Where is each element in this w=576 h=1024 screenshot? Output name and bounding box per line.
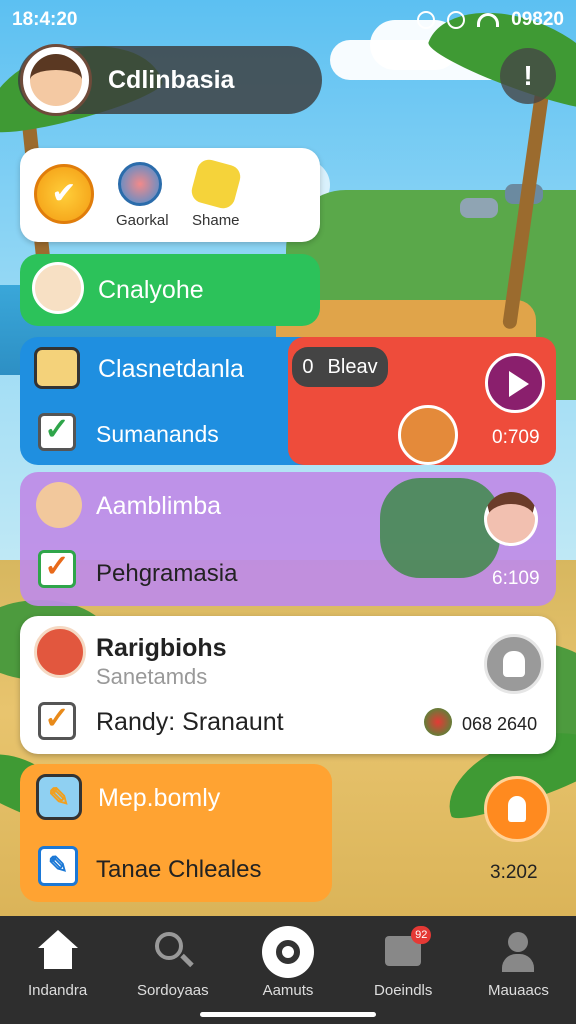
ice-cream-icon: ✎ bbox=[36, 774, 82, 820]
duration-label: 0:709 bbox=[492, 427, 540, 448]
card-subtitle: Sanetamds bbox=[96, 664, 208, 689]
phone-number: 068 2640 bbox=[462, 714, 538, 734]
status-right-text: 09820 bbox=[511, 9, 564, 30]
card-title: Clasnetdanla bbox=[98, 355, 244, 383]
home-icon bbox=[36, 930, 80, 974]
card-subtitle: Pehgramasia bbox=[96, 560, 238, 587]
purple-list-card[interactable]: Aamblimba ✓ Pehgramasia 6:109 bbox=[20, 472, 556, 606]
message-line: Randy: Sranaunt bbox=[96, 708, 284, 736]
avatar-face bbox=[30, 54, 82, 106]
quick-action-label: Shame bbox=[192, 212, 240, 229]
status-time: 18:4:20 bbox=[12, 9, 78, 30]
quick-action-label: Gaorkal bbox=[116, 212, 169, 229]
horse-silhouette bbox=[380, 478, 500, 578]
home-indicator[interactable] bbox=[200, 1012, 376, 1017]
card-subtitle: Sumanands bbox=[96, 421, 219, 447]
fox-avatar-icon bbox=[34, 626, 86, 678]
nav-home[interactable]: Indandra bbox=[0, 916, 115, 1024]
chef-hat-icon bbox=[503, 651, 525, 677]
card-title: Aamblimba bbox=[96, 492, 222, 520]
card-title: Rarigbiohs bbox=[96, 634, 227, 662]
compass-icon bbox=[262, 926, 314, 978]
alert-icon: ! bbox=[523, 60, 533, 91]
dog-character-icon bbox=[398, 405, 458, 465]
star-icon[interactable] bbox=[189, 157, 243, 211]
check-badge-icon[interactable]: ✔ bbox=[34, 164, 94, 224]
orange-action-button[interactable] bbox=[484, 776, 550, 842]
play-button[interactable] bbox=[485, 353, 545, 413]
nav-label: Doeindls bbox=[374, 982, 433, 999]
ticket-icon bbox=[34, 347, 80, 389]
chip-number: 0 bbox=[302, 355, 314, 378]
notification-badge: 92 bbox=[411, 926, 432, 944]
nav-search[interactable]: Sordoyaas bbox=[115, 916, 230, 1024]
search-icon bbox=[151, 930, 195, 974]
status-bar: 18:4:20 09820 bbox=[0, 0, 576, 40]
girl-avatar-icon bbox=[484, 492, 538, 546]
nav-messages[interactable]: 92 Doeindls bbox=[346, 916, 461, 1024]
nav-label: Mauaacs bbox=[487, 982, 549, 999]
profile-icon bbox=[496, 930, 540, 974]
profile-header[interactable]: Cdlinbasia bbox=[18, 44, 322, 116]
checkbox-icon[interactable]: ✓ bbox=[38, 702, 76, 740]
blue-list-card[interactable]: Clasnetdanla ✓ Sumanands bbox=[20, 337, 320, 465]
play-icon bbox=[509, 371, 529, 397]
duration-label: 3:202 bbox=[490, 862, 538, 883]
cat-avatar-icon bbox=[32, 262, 84, 314]
chef-action-button[interactable] bbox=[484, 634, 544, 694]
card-title: Cnalyohe bbox=[98, 276, 204, 304]
checkbox-icon[interactable]: ✓ bbox=[38, 413, 76, 451]
person-icon bbox=[508, 796, 526, 822]
profile-name: Cdlinbasia bbox=[108, 65, 235, 94]
nav-label: Aamuts bbox=[262, 982, 314, 999]
quick-actions-card: ✔ Gaorkal Shame bbox=[20, 148, 320, 242]
wifi-icon bbox=[477, 13, 500, 27]
card-title: Mep.bomly bbox=[98, 784, 221, 812]
nav-label: Indandra bbox=[27, 982, 88, 999]
status-icons: 09820 bbox=[417, 9, 564, 31]
duration-label: 6:109 bbox=[492, 568, 540, 589]
car bbox=[460, 198, 498, 218]
green-list-card[interactable]: Cnalyohe bbox=[20, 254, 320, 326]
nav-label: Sordoyaas bbox=[136, 982, 209, 999]
card-subtitle: Tanae Chleales bbox=[96, 856, 262, 883]
alert-button[interactable]: ! bbox=[500, 48, 556, 104]
notification-icon bbox=[417, 11, 436, 29]
chip-label: Bleav bbox=[327, 355, 378, 378]
character-avatar-icon bbox=[36, 482, 82, 528]
sync-icon bbox=[447, 11, 466, 29]
nav-active[interactable]: Aamuts bbox=[230, 916, 345, 1024]
bottom-nav: Indandra Sordoyaas Aamuts 92 Doeindls Ma… bbox=[0, 916, 576, 1024]
character-icon[interactable] bbox=[118, 162, 162, 206]
avatar[interactable] bbox=[20, 44, 92, 116]
nav-profile[interactable]: Mauaacs bbox=[461, 916, 576, 1024]
white-list-card[interactable]: Rarigbiohs Sanetamds ✓ Randy: Sranaunt 0… bbox=[20, 616, 556, 754]
checkbox-icon[interactable]: ✓ bbox=[38, 550, 76, 588]
flower-icon bbox=[424, 708, 452, 736]
messages-icon: 92 bbox=[381, 926, 432, 974]
note-icon[interactable]: ✎ bbox=[38, 846, 78, 886]
orange-list-card[interactable]: ✎ Mep.bomly ✎ Tanae Chleales bbox=[20, 764, 332, 902]
status-chip[interactable]: 0 Bleav bbox=[292, 347, 388, 387]
